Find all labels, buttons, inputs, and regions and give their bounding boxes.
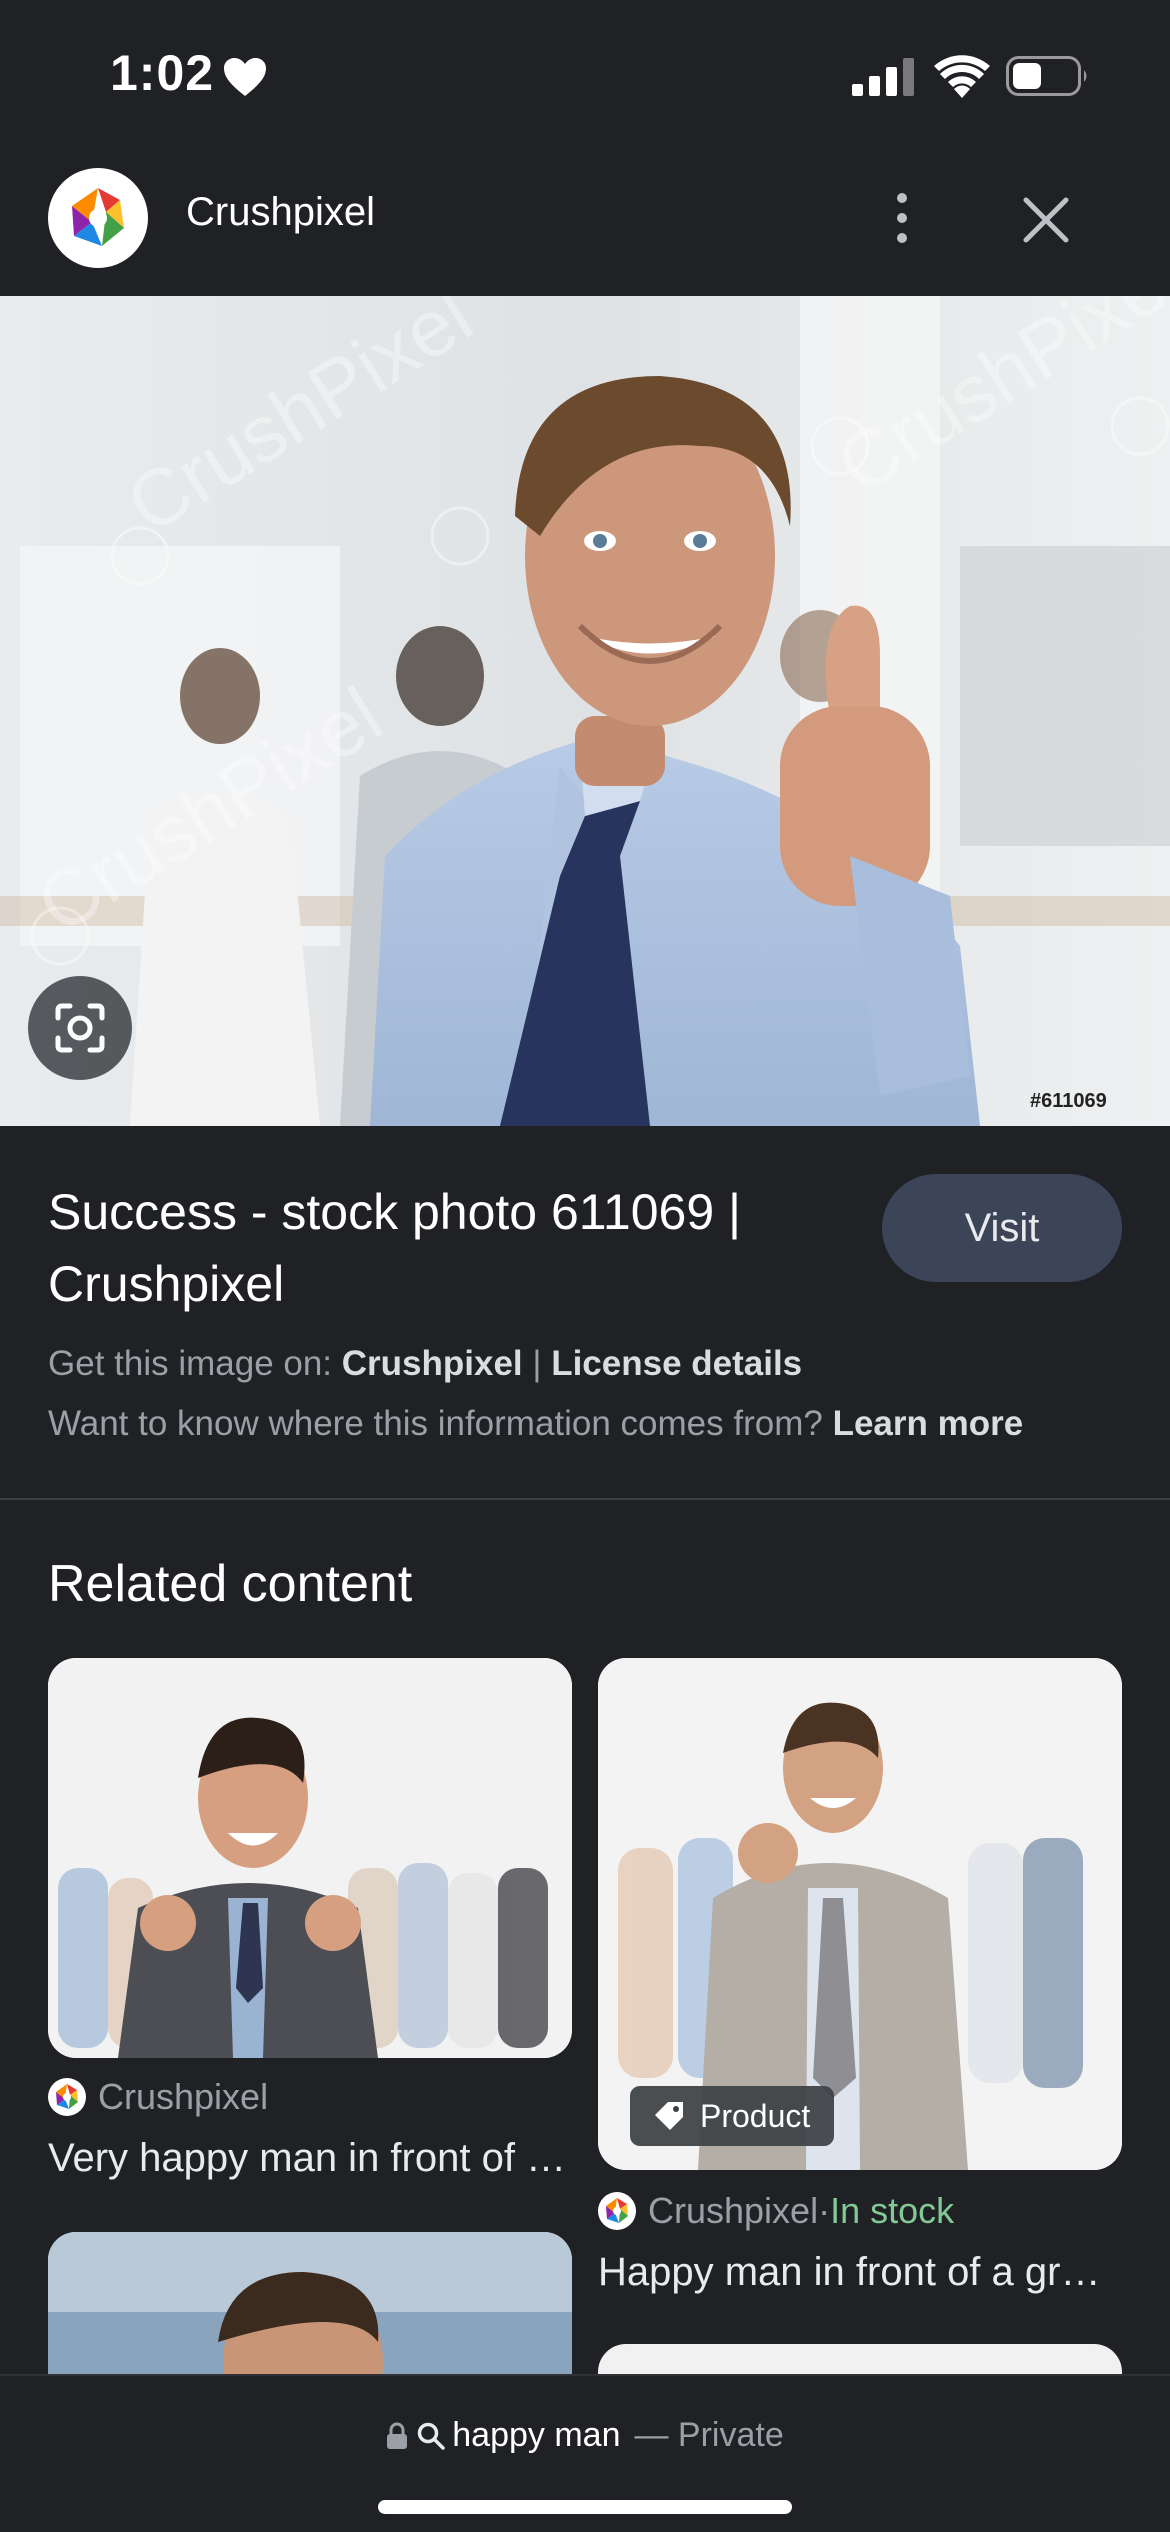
status-time: 1:02	[110, 45, 215, 101]
related-card-1-source[interactable]: Crushpixel	[48, 2076, 268, 2118]
origin-prefix: Want to know where this information come…	[48, 1404, 833, 1443]
lens-icon	[55, 1003, 105, 1053]
related-card-1-source-name: Crushpixel	[98, 2076, 269, 2117]
status-bar: 1:02	[0, 0, 1170, 150]
related-card-2-source[interactable]: Crushpixel · In stock	[598, 2190, 954, 2232]
crushpixel-favicon-icon	[598, 2192, 636, 2230]
google-lens-button[interactable]	[28, 976, 132, 1080]
source-link[interactable]: Crushpixel	[342, 1344, 523, 1383]
lock-icon	[387, 2422, 408, 2449]
image-info-panel: Success - stock photo 611069 | Crushpixe…	[0, 1126, 1170, 1500]
search-icon	[418, 2422, 445, 2450]
viewer-header: Crushpixel	[0, 150, 1170, 296]
battery-icon	[1006, 56, 1087, 96]
source-line: Get this image on: Crushpixel | License …	[48, 1344, 802, 1384]
related-card-2-source-name: Crushpixel	[648, 2190, 819, 2231]
related-card-2-caption[interactable]: Happy man in front of a group of busines…	[598, 2250, 1122, 2295]
wifi-icon	[934, 55, 990, 98]
related-card-2-separator: ·	[818, 2190, 831, 2231]
related-card-1-caption[interactable]: Very happy man in front of a group of bu…	[48, 2136, 572, 2181]
product-chip: Product	[630, 2086, 835, 2146]
heart-icon	[224, 58, 266, 96]
hero-photo-illustration: CrushPixel CrushPixel CrushPixel	[0, 296, 1170, 1126]
crushpixel-logo-icon[interactable]	[48, 168, 148, 268]
in-stock-label: In stock	[830, 2190, 955, 2231]
url-row[interactable]: happy man — Private	[0, 2416, 1170, 2455]
site-name[interactable]: Crushpixel	[186, 190, 375, 235]
search-query: happy man	[452, 2416, 621, 2454]
info-origin-line: Want to know where this information come…	[48, 1404, 1023, 1444]
private-label: — Private	[634, 2416, 784, 2454]
related-card-1-image[interactable]	[48, 1658, 572, 2058]
close-icon[interactable]	[1020, 194, 1072, 246]
section-divider	[0, 1498, 1170, 1500]
license-details-link[interactable]: License details	[551, 1344, 802, 1383]
crushpixel-favicon-icon	[48, 2078, 86, 2116]
photo-id: #611069	[1030, 1090, 1107, 1112]
more-vertical-icon[interactable]	[882, 188, 922, 248]
hero-image[interactable]: CrushPixel CrushPixel CrushPixel	[0, 296, 1170, 1126]
source-separator: |	[522, 1344, 552, 1383]
tag-icon	[655, 2102, 683, 2130]
visit-button[interactable]: Visit	[882, 1174, 1122, 1282]
card-1-photo	[48, 1658, 572, 2058]
learn-more-link[interactable]: Learn more	[833, 1404, 1024, 1443]
bottom-url-bar[interactable]: happy man — Private	[0, 2374, 1170, 2532]
related-content-heading: Related content	[48, 1555, 413, 1613]
source-prefix: Get this image on:	[48, 1344, 342, 1383]
image-title[interactable]: Success - stock photo 611069 | Crushpixe…	[48, 1176, 858, 1320]
home-indicator[interactable]	[378, 2500, 792, 2514]
cellular-signal-icon	[852, 58, 914, 96]
product-chip-label: Product	[700, 2098, 811, 2134]
